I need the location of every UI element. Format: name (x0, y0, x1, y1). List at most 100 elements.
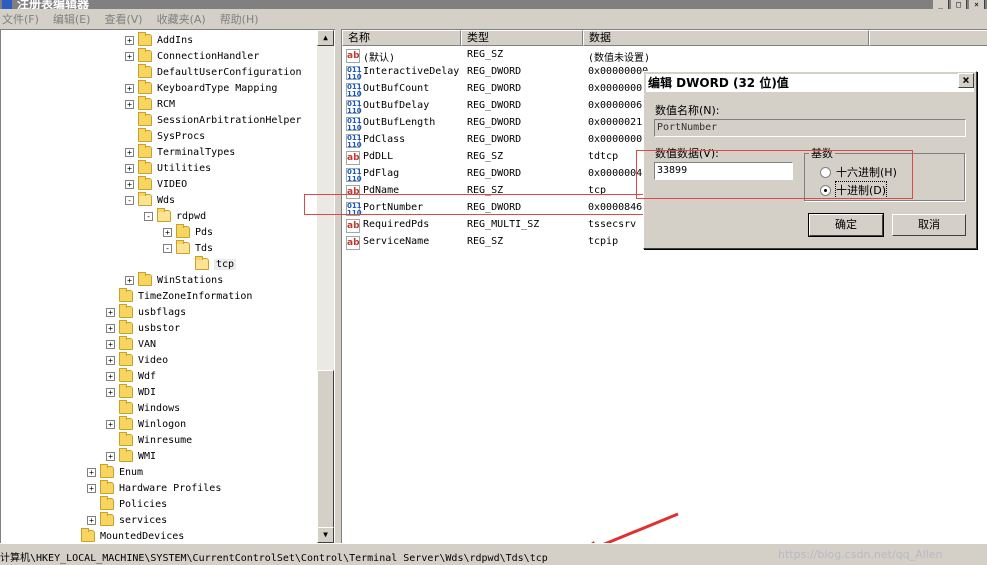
expand-icon[interactable]: + (125, 275, 134, 285)
tree-node[interactable]: - rdpwd (144, 208, 206, 224)
tree-node[interactable]: + WinStations (125, 272, 223, 288)
window-controls: _ □ × (933, 0, 985, 9)
menu-file[interactable]: 文件(F) (2, 11, 39, 27)
collapse-icon[interactable]: - (163, 243, 172, 253)
value-data: 0x0000000 (588, 83, 643, 94)
dialog-close-icon[interactable]: × (958, 73, 974, 88)
title-bar: 注册表编辑器 _ □ × (0, 0, 987, 9)
value-type: REG_SZ (467, 151, 504, 162)
expand-icon[interactable]: + (106, 307, 115, 317)
ok-button[interactable]: 确定 (808, 213, 884, 237)
close-button[interactable]: × (969, 0, 985, 9)
expand-icon[interactable]: + (125, 163, 134, 173)
tree-node[interactable]: tcp (182, 256, 237, 272)
expand-icon[interactable]: + (125, 35, 134, 45)
collapse-icon[interactable]: - (144, 211, 153, 221)
menu-favorites[interactable]: 收藏夹(A) (157, 11, 206, 27)
tree-node[interactable]: + WMI (106, 448, 156, 464)
expand-icon[interactable]: + (125, 99, 134, 109)
expand-icon[interactable]: + (125, 179, 134, 189)
expand-icon[interactable]: + (106, 339, 115, 349)
tree-node[interactable]: + WDI (106, 384, 156, 400)
tree-node[interactable]: + Enum (87, 464, 143, 480)
value-type: REG_DWORD (467, 83, 522, 94)
tree-node-label: KeyboardType Mapping (157, 82, 278, 94)
tree-node[interactable]: DefaultUserConfiguration (125, 64, 302, 80)
tree-node[interactable]: + ConnectionHandler (125, 48, 259, 64)
expand-icon[interactable]: + (87, 483, 96, 493)
tree-node[interactable]: SysProcs (125, 128, 205, 144)
tree-node[interactable]: + usbflags (106, 304, 186, 320)
tree-scrollbar[interactable]: ▲ ▼ (317, 30, 334, 543)
scroll-thumb[interactable] (317, 370, 334, 530)
tree-node-label: AddIns (157, 34, 194, 46)
expand-icon[interactable]: + (125, 83, 134, 93)
tree-node[interactable]: + Hardware Profiles (87, 480, 221, 496)
expand-icon[interactable]: + (125, 51, 134, 61)
tree-node[interactable]: + Utilities (125, 160, 211, 176)
column-header-data[interactable]: 数据 (583, 30, 869, 46)
menu-view[interactable]: 查看(V) (104, 11, 142, 27)
expand-icon[interactable]: + (163, 227, 172, 237)
tree-node[interactable]: + VIDEO (125, 176, 187, 192)
column-header-type[interactable]: 类型 (461, 30, 583, 46)
tree-node-label: RCM (157, 98, 176, 110)
tree-node[interactable]: + RCM (125, 96, 175, 112)
expand-icon[interactable]: + (87, 515, 96, 525)
tree-node[interactable]: MountedDevices (68, 528, 184, 543)
value-name: OutBufLength (363, 117, 436, 128)
folder-icon (119, 384, 133, 398)
tree-node[interactable]: + KeyboardType Mapping (125, 80, 277, 96)
menu-help[interactable]: 帮助(H) (220, 11, 259, 27)
folder-icon (138, 128, 152, 142)
expand-icon[interactable]: + (106, 419, 115, 429)
tree-node-label: SysProcs (157, 130, 206, 142)
expand-icon[interactable]: + (87, 467, 96, 477)
tree-node[interactable]: TimeZoneInformation (106, 288, 252, 304)
column-header-name[interactable]: 名称 (342, 30, 461, 46)
string-value-icon: ab (346, 219, 360, 233)
expand-icon[interactable]: + (125, 147, 134, 157)
tree-node[interactable]: + Wdf (106, 368, 156, 384)
collapse-icon[interactable]: - (125, 195, 134, 205)
folder-icon (138, 112, 152, 126)
tree-node[interactable]: + services (87, 512, 167, 528)
tree-node[interactable]: + usbstor (106, 320, 180, 336)
expand-icon[interactable]: + (106, 371, 115, 381)
tree-node-label: MountedDevices (100, 530, 185, 542)
menu-edit[interactable]: 编辑(E) (53, 11, 91, 27)
folder-icon (176, 224, 190, 238)
tree-node[interactable]: - Wds (125, 192, 175, 208)
tree-node[interactable]: Winresume (106, 432, 192, 448)
tree-node[interactable]: + Video (106, 352, 168, 368)
value-data: tdtcp (588, 151, 619, 162)
tree-node[interactable]: SessionArbitrationHelper (125, 112, 302, 128)
tree-node[interactable]: + Winlogon (106, 416, 186, 432)
scroll-down-arrow-icon[interactable]: ▼ (317, 527, 334, 543)
tree-node-label: Windows (138, 402, 181, 414)
tree-node[interactable]: + VAN (106, 336, 156, 352)
window-title: 注册表编辑器 (17, 0, 90, 9)
value-type: REG_SZ (467, 49, 504, 60)
tree-node-label: usbstor (138, 322, 181, 334)
expand-icon[interactable]: + (106, 451, 115, 461)
folder-icon (119, 416, 133, 430)
maximize-button[interactable]: □ (951, 0, 967, 9)
tree-node-label: TimeZoneInformation (138, 290, 253, 302)
tree-node[interactable]: + AddIns (125, 32, 193, 48)
registry-key-tree[interactable]: + AddIns + ConnectionHandler DefaultUserConf… (0, 29, 335, 543)
scroll-up-arrow-icon[interactable]: ▲ (317, 30, 334, 46)
expand-icon[interactable]: + (106, 323, 115, 333)
folder-icon (119, 400, 133, 414)
cancel-button[interactable]: 取消 (892, 214, 966, 236)
minimize-button[interactable]: _ (933, 0, 949, 9)
value-row[interactable]: ab (默认) REG_SZ (数值未设置) (342, 48, 987, 65)
tree-node[interactable]: + Pds (163, 224, 213, 240)
tree-node[interactable]: Windows (106, 400, 180, 416)
folder-icon (119, 304, 133, 318)
tree-node[interactable]: - Tds (163, 240, 213, 256)
tree-node[interactable]: + TerminalTypes (125, 144, 235, 160)
tree-node[interactable]: Policies (87, 496, 167, 512)
expand-icon[interactable]: + (106, 387, 115, 397)
expand-icon[interactable]: + (106, 355, 115, 365)
